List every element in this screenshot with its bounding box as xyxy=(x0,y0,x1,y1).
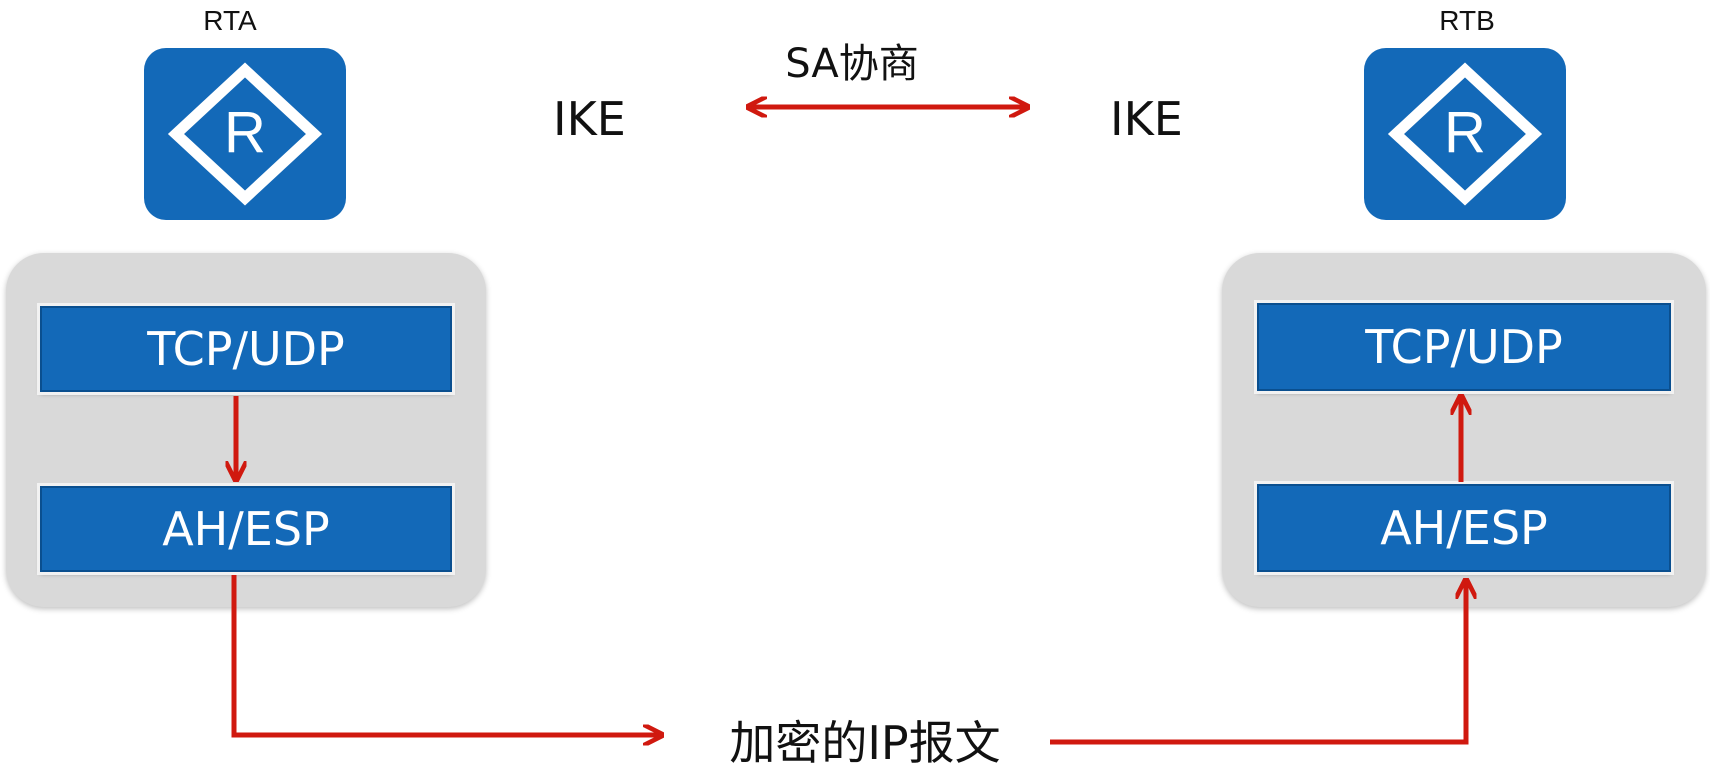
sa-negotiation-label: SA协商 xyxy=(785,41,919,87)
router-a-icon: R xyxy=(144,48,346,220)
router-diamond-icon: R xyxy=(1387,62,1543,206)
rta-ah-esp-layer: AH/ESP xyxy=(37,483,455,575)
rtb-ah-esp-layer: AH/ESP xyxy=(1254,481,1674,575)
router-a-label: RTA xyxy=(203,5,257,36)
ike-left-label: IKE xyxy=(553,92,626,146)
router-b-icon: R xyxy=(1364,48,1566,220)
router-b-label: RTB xyxy=(1439,5,1495,36)
router-diamond-icon: R xyxy=(167,62,323,206)
router-a-letter: R xyxy=(224,100,266,165)
rtb-tcp-udp-layer: TCP/UDP xyxy=(1254,300,1674,394)
ike-right-label: IKE xyxy=(1110,92,1183,146)
rta-tcp-udp-layer: TCP/UDP xyxy=(37,303,455,395)
router-b-letter: R xyxy=(1444,100,1486,165)
encrypted-ip-packet-label: 加密的IP报文 xyxy=(729,716,1001,770)
